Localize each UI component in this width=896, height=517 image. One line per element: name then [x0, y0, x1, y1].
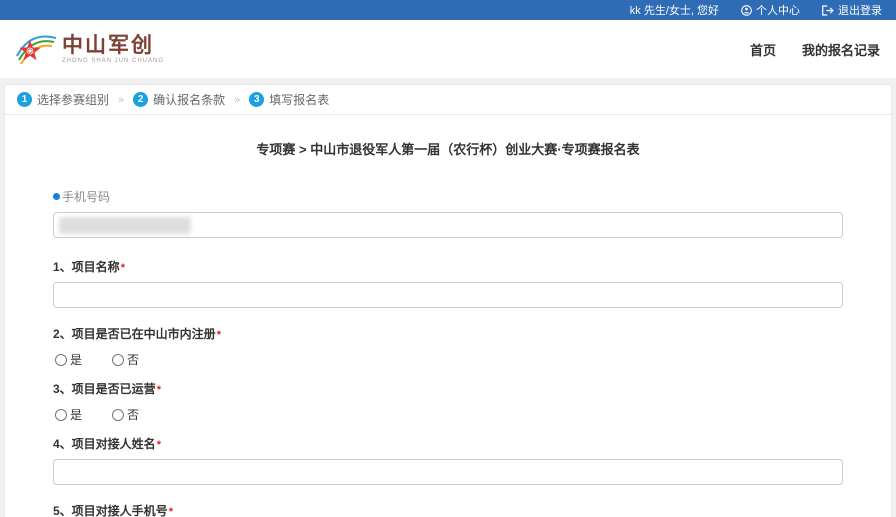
star-logo-icon	[14, 29, 58, 69]
redacted-phone-value	[59, 217, 191, 234]
nav-home[interactable]: 首页	[750, 40, 776, 59]
phone-label-row: 手机号码	[53, 188, 843, 205]
step-1-circle: 1	[17, 92, 32, 107]
step-2-circle: 2	[133, 92, 148, 107]
field-label: 4、项目对接人姓名*	[53, 435, 843, 452]
bullet-icon	[53, 193, 60, 200]
content-panel: 1 选择参赛组别 » 2 确认报名条款 » 3 填写报名表 专项赛 > 中山市退…	[4, 84, 892, 517]
contact-name-input[interactable]	[53, 459, 843, 485]
topbar: kk 先生/女士, 您好 个人中心 退出登录	[0, 0, 896, 20]
field-contact-phone: 5、项目对接人手机号*	[53, 502, 843, 517]
required-mark: *	[121, 262, 125, 274]
required-mark: *	[217, 329, 221, 341]
steps-bar: 1 选择参赛组别 » 2 确认报名条款 » 3 填写报名表	[5, 85, 891, 115]
logo-title: 中山军创	[62, 35, 164, 56]
field-contact-name: 4、项目对接人姓名*	[53, 435, 843, 485]
radio-input[interactable]	[112, 409, 124, 421]
step-separator-icon: »	[234, 94, 240, 106]
phone-field[interactable]	[53, 212, 843, 238]
field-label: 5、项目对接人手机号*	[53, 502, 843, 517]
radio-registered-yes[interactable]: 是	[55, 351, 82, 368]
nav-my-records[interactable]: 我的报名记录	[802, 40, 880, 59]
required-mark: *	[157, 439, 161, 451]
radio-operation-yes[interactable]: 是	[55, 406, 82, 423]
field-label: 1、项目名称*	[53, 258, 843, 275]
radio-group-operation: 是 否	[55, 406, 843, 423]
site-logo[interactable]: 中山军创 ZHONG SHAN JUN CHUANG	[14, 29, 164, 69]
radio-group-registered: 是 否	[55, 351, 843, 368]
project-name-input[interactable]	[53, 282, 843, 308]
radio-input[interactable]	[55, 409, 67, 421]
step-fill-form[interactable]: 3 填写报名表	[249, 91, 329, 108]
field-label: 3、项目是否已运营*	[53, 380, 843, 397]
step-2-label: 确认报名条款	[153, 91, 225, 108]
personal-center-label: 个人中心	[756, 2, 800, 18]
step-3-circle: 3	[249, 92, 264, 107]
radio-operation-no[interactable]: 否	[112, 406, 139, 423]
field-project-name: 1、项目名称*	[53, 258, 843, 308]
logout-icon	[822, 5, 834, 16]
registration-form: 专项赛 > 中山市退役军人第一届（农行杯）创业大赛·专项赛报名表 手机号码 1、…	[5, 115, 891, 517]
logout-link[interactable]: 退出登录	[822, 2, 882, 18]
logo-subtitle: ZHONG SHAN JUN CHUANG	[62, 58, 164, 64]
personal-center-link[interactable]: 个人中心	[741, 2, 800, 18]
field-registered-in-zhongshan: 2、项目是否已在中山市内注册* 是 否	[53, 325, 843, 368]
field-label: 2、项目是否已在中山市内注册*	[53, 325, 843, 342]
step-confirm-terms[interactable]: 2 确认报名条款	[133, 91, 225, 108]
required-mark: *	[157, 384, 161, 396]
form-title: 专项赛 > 中山市退役军人第一届（农行杯）创业大赛·专项赛报名表	[53, 139, 843, 158]
user-icon	[741, 5, 752, 16]
phone-label: 手机号码	[62, 188, 110, 205]
user-greeting: kk 先生/女士, 您好	[630, 2, 719, 18]
site-header: 中山军创 ZHONG SHAN JUN CHUANG 首页 我的报名记录	[0, 20, 896, 78]
field-in-operation: 3、项目是否已运营* 是 否	[53, 380, 843, 423]
required-mark: *	[169, 506, 173, 517]
radio-input[interactable]	[112, 354, 124, 366]
logout-label: 退出登录	[838, 2, 882, 18]
main-nav: 首页 我的报名记录	[750, 40, 880, 59]
radio-input[interactable]	[55, 354, 67, 366]
radio-registered-no[interactable]: 否	[112, 351, 139, 368]
step-select-group[interactable]: 1 选择参赛组别	[17, 91, 109, 108]
step-3-label: 填写报名表	[269, 91, 329, 108]
step-separator-icon: »	[118, 94, 124, 106]
step-1-label: 选择参赛组别	[37, 91, 109, 108]
